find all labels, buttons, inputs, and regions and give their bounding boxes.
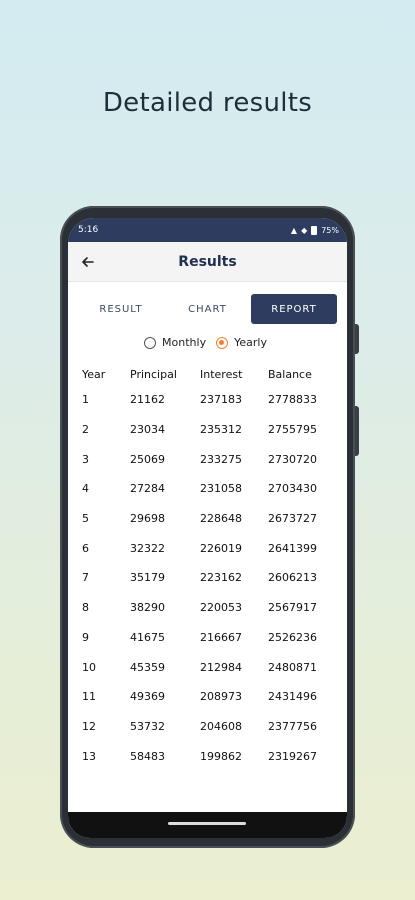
cell-interest: 226019 (200, 541, 242, 555)
period-selector: Monthly Yearly (68, 336, 347, 349)
power-button (355, 406, 359, 456)
table-row: 11 49369 208973 2431496 (82, 682, 332, 712)
page-title: Results (178, 253, 237, 270)
status-time: 5:16 (78, 225, 99, 235)
phone-frame: 5:16 ▲ ◆ 75% Results RESULT CHART REPORT… (60, 206, 359, 848)
cell-interest: 223162 (200, 571, 242, 585)
column-header-principal: Principal (130, 367, 177, 381)
table-row: 8 38290 220053 2567917 (82, 593, 332, 623)
cell-balance: 2567917 (268, 601, 317, 615)
column-header-year: Year (82, 367, 106, 381)
cell-balance: 2606213 (268, 571, 317, 585)
cell-interest: 216667 (200, 630, 242, 644)
column-header-balance: Balance (268, 367, 312, 381)
cell-balance: 2319267 (268, 749, 317, 763)
battery-icon (311, 225, 318, 235)
cell-year: 13 (82, 749, 96, 763)
table-header-row: Year Principal Interest Balance (82, 363, 332, 385)
radio-yearly-label[interactable]: Yearly (234, 336, 267, 349)
cell-balance: 2755795 (268, 423, 317, 437)
cell-principal: 58483 (130, 749, 165, 763)
arrow-left-icon[interactable] (78, 252, 98, 272)
cell-year: 10 (82, 660, 96, 674)
cell-balance: 2480871 (268, 660, 317, 674)
table-row: 9 41675 216667 2526236 (82, 623, 332, 653)
volume-button (355, 324, 359, 354)
cell-interest: 228648 (200, 512, 242, 526)
cell-interest: 204608 (200, 719, 242, 733)
cell-interest: 237183 (200, 393, 242, 407)
table-row: 2 23034 235312 2755795 (82, 415, 332, 445)
cell-year: 6 (82, 541, 89, 555)
table-row: 1 21162 237183 2778833 (82, 385, 332, 415)
cell-balance: 2377756 (268, 719, 317, 733)
cell-interest: 220053 (200, 601, 242, 615)
table-row: 3 25069 233275 2730720 (82, 444, 332, 474)
tab-chart[interactable]: CHART (165, 294, 251, 324)
column-header-interest: Interest (200, 367, 243, 381)
cell-principal: 49369 (130, 690, 165, 704)
cell-year: 5 (82, 512, 89, 526)
phone-screen: 5:16 ▲ ◆ 75% Results RESULT CHART REPORT… (68, 218, 347, 838)
cell-principal: 45359 (130, 660, 165, 674)
cell-interest: 235312 (200, 423, 242, 437)
status-icons: ▲ ◆ 75% (290, 225, 339, 235)
signal-icon: ▲ (290, 225, 298, 235)
cell-interest: 231058 (200, 482, 242, 496)
cell-balance: 2673727 (268, 512, 317, 526)
table-row: 10 45359 212984 2480871 (82, 652, 332, 682)
cell-interest: 233275 (200, 452, 242, 466)
cell-balance: 2431496 (268, 690, 317, 704)
cell-principal: 38290 (130, 601, 165, 615)
app-bar: Results (68, 242, 347, 282)
wifi-icon: ◆ (301, 225, 308, 235)
cell-balance: 2641399 (268, 541, 317, 555)
cell-year: 8 (82, 601, 89, 615)
tab-result[interactable]: RESULT (78, 294, 164, 324)
table-row: 4 27284 231058 2703430 (82, 474, 332, 504)
cell-balance: 2703430 (268, 482, 317, 496)
cell-balance: 2730720 (268, 452, 317, 466)
cell-interest: 199862 (200, 749, 242, 763)
cell-balance: 2526236 (268, 630, 317, 644)
navigation-bar (68, 812, 347, 838)
cell-year: 11 (82, 690, 96, 704)
table-row: 5 29698 228648 2673727 (82, 504, 332, 534)
cell-principal: 35179 (130, 571, 165, 585)
radio-monthly[interactable] (144, 336, 157, 349)
battery-percent: 75% (321, 225, 339, 235)
cell-year: 12 (82, 719, 96, 733)
cell-interest: 212984 (200, 660, 242, 674)
cell-year: 7 (82, 571, 89, 585)
table-row: 6 32322 226019 2641399 (82, 533, 332, 563)
report-table: Year Principal Interest Balance 1 21162 23… (82, 363, 332, 771)
tab-bar: RESULT CHART REPORT (68, 294, 347, 324)
radio-monthly-label[interactable]: Monthly (162, 336, 206, 349)
cell-year: 4 (82, 482, 89, 496)
cell-principal: 29698 (130, 512, 165, 526)
cell-year: 3 (82, 452, 89, 466)
tab-report[interactable]: REPORT (251, 294, 337, 324)
table-row: 7 35179 223162 2606213 (82, 563, 332, 593)
status-bar: 5:16 ▲ ◆ 75% (68, 218, 347, 242)
cell-year: 9 (82, 630, 89, 644)
report-table-body: 1 21162 237183 2778833 2 23034 235312 2755795 3 2… (82, 385, 332, 771)
cell-principal: 21162 (130, 393, 165, 407)
radio-yearly[interactable] (216, 336, 229, 349)
cell-principal: 53732 (130, 719, 165, 733)
cell-principal: 32322 (130, 541, 165, 555)
table-row: 13 58483 199862 2319267 (82, 741, 332, 771)
cell-year: 2 (82, 423, 89, 437)
table-row: 12 53732 204608 2377756 (82, 712, 332, 742)
cell-interest: 208973 (200, 690, 242, 704)
cell-principal: 23034 (130, 423, 165, 437)
cell-year: 1 (82, 393, 89, 407)
promo-title: Detailed results (102, 88, 313, 118)
cell-principal: 25069 (130, 452, 165, 466)
cell-principal: 41675 (130, 630, 165, 644)
cell-principal: 27284 (130, 482, 165, 496)
home-indicator[interactable] (168, 822, 246, 825)
cell-balance: 2778833 (268, 393, 317, 407)
